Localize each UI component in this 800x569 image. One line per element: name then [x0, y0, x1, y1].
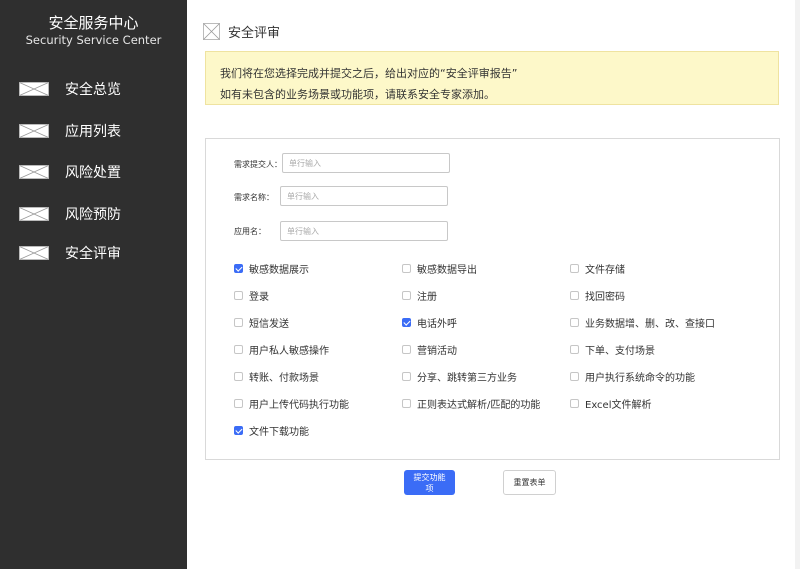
option-checkbox[interactable]: Excel文件解析 — [570, 396, 652, 411]
checkbox[interactable] — [234, 399, 243, 408]
option-label: 用户私人敏感操作 — [249, 346, 329, 357]
notice-line: 如有未包含的业务场景或功能项，请联系安全专家添加。 — [220, 88, 495, 101]
sidebar-item-label: 应用列表 — [65, 124, 121, 140]
sidebar-item-label: 安全评审 — [65, 246, 121, 262]
checkbox[interactable] — [234, 291, 243, 300]
option-checkbox[interactable]: 找回密码 — [570, 288, 625, 303]
option-label: 敏感数据导出 — [417, 265, 477, 276]
reset-button[interactable]: 重置表单 — [503, 470, 556, 495]
scrollbar-track — [795, 0, 800, 569]
checkbox[interactable] — [234, 318, 243, 327]
option-checkbox[interactable]: 业务数据增、删、改、查接口 — [570, 315, 715, 330]
option-label: 短信发送 — [249, 319, 289, 330]
checkbox[interactable] — [570, 372, 579, 381]
page-header: 安全评审 — [203, 22, 280, 41]
checkbox[interactable] — [234, 345, 243, 354]
notice-line: 我们将在您选择完成并提交之后，给出对应的“安全评审报告” — [220, 67, 518, 80]
checkbox[interactable] — [570, 318, 579, 327]
checkbox[interactable] — [234, 426, 243, 435]
option-checkbox[interactable]: 正则表达式解析/匹配的功能 — [402, 396, 540, 411]
option-label: 业务数据增、删、改、查接口 — [585, 319, 715, 330]
submitter-input[interactable] — [282, 153, 450, 173]
option-label: 分享、跳转第三方业务 — [417, 373, 517, 384]
checkbox[interactable] — [402, 399, 411, 408]
submit-button[interactable]: 提交功能项 — [404, 470, 455, 495]
app-name-label: 应用名： — [234, 227, 266, 236]
option-checkbox[interactable]: 注册 — [402, 288, 437, 303]
option-label: 敏感数据展示 — [249, 265, 309, 276]
image-placeholder-icon — [19, 82, 49, 96]
sidebar-item-risk-prevention[interactable]: 风险预防 — [0, 199, 187, 229]
image-placeholder-icon — [19, 124, 49, 138]
requirement-name-label: 需求名称： — [234, 193, 274, 202]
checkbox[interactable] — [402, 291, 411, 300]
option-label: 营销活动 — [417, 346, 457, 357]
checkbox[interactable] — [402, 318, 411, 327]
option-label: 正则表达式解析/匹配的功能 — [417, 400, 541, 411]
option-checkbox[interactable]: 转账、付款场景 — [234, 369, 319, 384]
option-label: 找回密码 — [585, 292, 625, 303]
sidebar-item-risk-handling[interactable]: 风险处置 — [0, 157, 187, 187]
option-label: 用户执行系统命令的功能 — [585, 373, 695, 384]
app-name-input[interactable] — [280, 221, 448, 241]
checkbox[interactable] — [402, 372, 411, 381]
image-placeholder-icon — [203, 23, 220, 40]
sidebar-item-label: 风险处置 — [65, 165, 121, 181]
checkbox[interactable] — [570, 399, 579, 408]
option-label: 电话外呼 — [417, 319, 457, 330]
checkbox[interactable] — [402, 345, 411, 354]
option-checkbox[interactable]: 下单、支付场景 — [570, 342, 655, 357]
sidebar-item-label: 风险预防 — [65, 207, 121, 223]
option-label: 文件存储 — [585, 265, 625, 276]
option-checkbox[interactable]: 用户私人敏感操作 — [234, 342, 329, 357]
brand-title: 安全服务中心 — [48, 14, 139, 32]
image-placeholder-icon — [19, 207, 49, 221]
option-label: 转账、付款场景 — [249, 373, 319, 384]
option-label: 用户上传代码执行功能 — [249, 400, 349, 411]
sidebar-item-overview[interactable]: 安全总览 — [0, 74, 187, 104]
option-label: 登录 — [249, 292, 269, 303]
option-checkbox[interactable]: 敏感数据展示 — [234, 261, 309, 276]
sidebar-item-app-list[interactable]: 应用列表 — [0, 116, 187, 146]
option-checkbox[interactable]: 短信发送 — [234, 315, 289, 330]
requirement-name-input[interactable] — [280, 186, 448, 206]
notice-banner: 我们将在您选择完成并提交之后，给出对应的“安全评审报告” 如有未包含的业务场景或… — [205, 51, 779, 105]
image-placeholder-icon — [19, 165, 49, 179]
checkbox[interactable] — [402, 264, 411, 273]
sidebar: 安全服务中心 Security Service Center 安全总览 应用列表… — [0, 0, 187, 569]
checkbox[interactable] — [570, 264, 579, 273]
option-checkbox[interactable]: 用户上传代码执行功能 — [234, 396, 349, 411]
sidebar-item-label: 安全总览 — [65, 82, 121, 98]
option-label: 下单、支付场景 — [585, 346, 655, 357]
option-checkbox[interactable]: 文件下载功能 — [234, 423, 309, 438]
option-checkbox[interactable]: 电话外呼 — [402, 315, 457, 330]
option-checkbox[interactable]: 用户执行系统命令的功能 — [570, 369, 695, 384]
sidebar-item-security-review[interactable]: 安全评审 — [0, 238, 187, 268]
option-checkbox[interactable]: 文件存储 — [570, 261, 625, 276]
image-placeholder-icon — [19, 246, 49, 260]
option-label: 注册 — [417, 292, 437, 303]
option-checkbox[interactable]: 敏感数据导出 — [402, 261, 477, 276]
option-checkbox[interactable]: 分享、跳转第三方业务 — [402, 369, 517, 384]
brand-subtitle: Security Service Center — [25, 33, 162, 47]
review-form: 需求提交人： 需求名称： 应用名： 敏感数据展示 敏感数据导出 文件存储 登录 … — [205, 138, 780, 460]
option-checkbox[interactable]: 登录 — [234, 288, 269, 303]
option-label: Excel文件解析 — [585, 400, 652, 411]
checkbox[interactable] — [234, 264, 243, 273]
checkbox[interactable] — [570, 291, 579, 300]
checkbox[interactable] — [234, 372, 243, 381]
page-title: 安全评审 — [228, 26, 281, 41]
option-label: 文件下载功能 — [249, 427, 309, 438]
checkbox[interactable] — [570, 345, 579, 354]
submitter-label: 需求提交人： — [234, 160, 282, 169]
option-checkbox[interactable]: 营销活动 — [402, 342, 457, 357]
